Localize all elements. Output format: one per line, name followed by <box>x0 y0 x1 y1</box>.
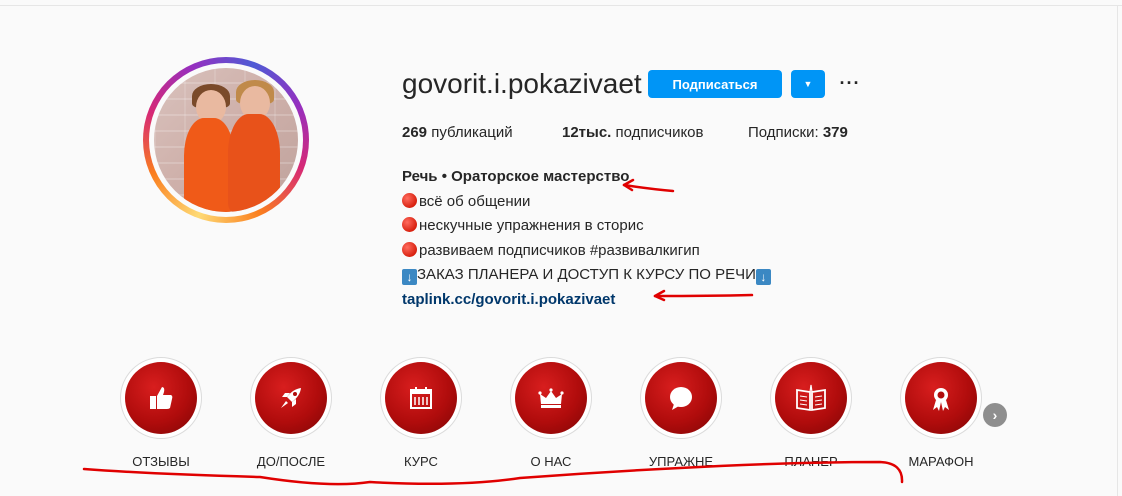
bio-line: всё об общении <box>402 190 771 215</box>
highlights-next-button[interactable]: › <box>983 403 1007 427</box>
followers-count: 12тыс. <box>562 124 612 141</box>
highlight-label: ДО/ПОСЛЕ <box>256 454 326 469</box>
followers-label: подписчиков <box>615 124 704 141</box>
calendar-icon <box>410 387 432 409</box>
speech-bubble-icon <box>670 387 692 410</box>
highlight-label: ПЛАНЕР <box>784 454 838 469</box>
down-arrow-icon: ↓ <box>402 269 417 285</box>
crown-icon <box>538 388 564 408</box>
highlight-label: МАРАФОН <box>908 454 974 469</box>
highlight-item[interactable]: УПРАЖНЕ <box>636 357 726 469</box>
award-ribbon-icon <box>933 388 949 411</box>
avatar-photo <box>154 68 298 212</box>
bio-line: развиваем подписчиков #развивалкигип <box>402 239 771 264</box>
stat-posts: 269 публикаций <box>402 124 513 141</box>
chevron-right-icon: › <box>992 407 998 423</box>
red-circle-icon <box>402 241 417 257</box>
red-circle-icon <box>402 192 417 208</box>
bio-line: нескучные упражнения в сторис <box>402 214 771 239</box>
open-book-icon <box>796 384 826 412</box>
bio-link[interactable]: taplink.cc/govorit.i.pokazivaet <box>402 291 615 308</box>
following-count: 379 <box>822 124 848 141</box>
rocket-icon <box>281 388 301 408</box>
highlight-item[interactable]: ДО/ПОСЛЕ <box>246 357 336 469</box>
posts-label: публикаций <box>431 124 513 141</box>
bio-name: Речь • Ораторское мастерство <box>402 168 630 185</box>
down-arrow-icon: ↓ <box>755 269 771 285</box>
highlight-item[interactable]: МАРАФОН <box>896 357 986 469</box>
bio-line: ↓ ЗАКАЗ ПЛАНЕРА И ДОСТУП К КУРСУ ПО РЕЧИ ↓ <box>402 263 771 288</box>
right-divider <box>1117 5 1118 496</box>
avatar[interactable] <box>143 57 309 223</box>
highlight-item[interactable]: О НАС <box>506 357 596 469</box>
top-divider <box>0 5 1122 6</box>
profile-username: govorit.i.pokazivaet <box>402 68 642 99</box>
highlight-label: КУРС <box>404 454 438 469</box>
stat-following[interactable]: Подписки: 379 <box>748 124 848 141</box>
thumbs-up-icon <box>150 387 173 409</box>
posts-count: 269 <box>402 124 428 141</box>
following-label: Подписки: <box>748 124 819 141</box>
highlight-item[interactable]: ОТЗЫВЫ <box>116 357 206 469</box>
highlight-label: ОТЗЫВЫ <box>132 454 190 469</box>
stat-followers[interactable]: 12тыс. подписчиков <box>562 124 704 141</box>
profile-bio: Речь • Ораторское мастерство всё об обще… <box>402 165 771 312</box>
more-options-button[interactable]: ··· <box>838 72 862 94</box>
highlight-label: О НАС <box>530 454 572 469</box>
highlight-item[interactable]: КУРС <box>376 357 466 469</box>
red-circle-icon <box>402 217 417 232</box>
highlight-label: УПРАЖНЕ <box>648 454 714 469</box>
follow-button[interactable]: Подписаться <box>648 70 782 98</box>
highlight-item[interactable]: ПЛАНЕР <box>766 357 856 469</box>
suggested-dropdown-button[interactable]: ▼ <box>791 70 825 98</box>
caret-down-icon: ▼ <box>803 79 813 89</box>
